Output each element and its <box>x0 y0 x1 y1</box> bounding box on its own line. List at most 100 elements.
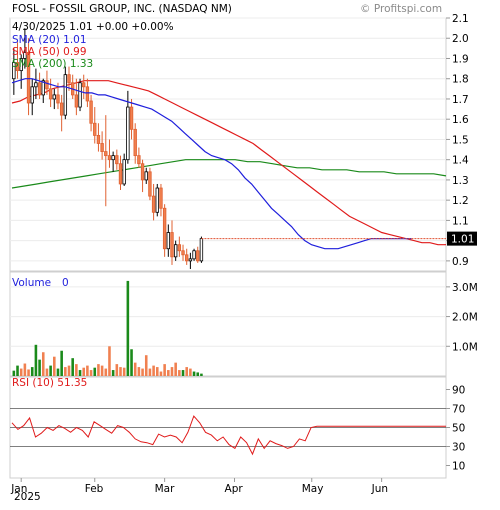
sma20-line <box>11 78 412 250</box>
candle-body <box>159 187 163 209</box>
price-tick-label: 1.2 <box>452 195 469 207</box>
rsi-line-group <box>11 415 446 456</box>
volume-bar <box>56 368 60 376</box>
volume-bar <box>34 344 38 376</box>
price-tick-label: 1.8 <box>452 74 469 86</box>
volume-bar <box>67 365 71 376</box>
volume-bar <box>104 368 108 376</box>
candle-body <box>122 159 126 185</box>
volume-bar <box>86 365 89 376</box>
volume-bar <box>49 365 52 376</box>
volume-bar <box>64 367 67 376</box>
candle-body <box>82 82 86 88</box>
candle-body <box>48 88 53 100</box>
x-axis-labels: Jan Feb Mar Apr May Jun <box>10 478 388 495</box>
volume-bar <box>200 373 203 376</box>
volume-bar <box>178 370 181 376</box>
candle-body <box>129 106 134 130</box>
candle-body <box>56 94 60 104</box>
price-tick-label: 1.3 <box>452 175 469 187</box>
candle-body <box>177 244 182 252</box>
candle-body <box>137 155 141 165</box>
volume-bar <box>60 350 63 376</box>
candle-body <box>151 195 156 213</box>
candle-body <box>162 207 167 250</box>
rsi-tick-label: 10 <box>452 461 465 473</box>
volume-bar <box>19 368 23 376</box>
candle-body <box>52 94 56 100</box>
last-price-label: 1.01 <box>451 234 474 246</box>
rsi-tick-label: 30 <box>452 442 465 454</box>
sma20-line-group <box>11 78 412 250</box>
candle-body <box>155 187 159 213</box>
price-tick-label: 2.0 <box>452 33 469 45</box>
candle-body <box>115 155 119 165</box>
candle-body <box>89 100 93 124</box>
price-y-axis: 0.91.01.11.21.31.41.51.61.71.81.92.02.1 <box>452 13 469 268</box>
candle-body <box>107 155 112 161</box>
candle-body <box>173 244 178 258</box>
volume-bars-group <box>12 280 203 376</box>
volume-bar <box>174 362 177 376</box>
volume-bar <box>159 371 163 376</box>
candle-body <box>140 163 145 181</box>
volume-bar <box>167 370 170 376</box>
rsi-tick-label: 90 <box>452 385 465 397</box>
x-tick-label: Jun <box>371 483 388 495</box>
volume-value: 0 <box>62 277 69 289</box>
rsi-line <box>11 415 446 456</box>
sma200-line <box>11 159 447 189</box>
volume-bar <box>97 364 100 376</box>
candle-body <box>181 250 185 256</box>
rsi-tick-label: 70 <box>452 404 465 416</box>
volume-panel-frame <box>9 271 447 377</box>
candle-body <box>148 171 152 197</box>
candle-body <box>144 171 148 181</box>
candle-body <box>30 86 34 104</box>
volume-bar <box>30 367 34 376</box>
volume-tick-label: 3.0M <box>452 282 478 294</box>
volume-bar <box>148 368 152 376</box>
x-year-label: 2025 <box>14 491 41 503</box>
price-tick-label: 1.6 <box>452 114 469 126</box>
volume-bar <box>89 370 93 376</box>
volume-bar <box>108 346 111 376</box>
volume-bar <box>152 365 155 376</box>
candle-body <box>192 250 196 260</box>
volume-bar <box>53 356 56 376</box>
volume-bar <box>41 352 45 376</box>
volume-bar <box>126 280 130 376</box>
price-tick-label: 1.4 <box>452 155 469 167</box>
candle-body <box>118 163 123 185</box>
candle-body <box>93 122 97 136</box>
candle-body <box>85 86 90 102</box>
volume-bar <box>12 370 16 376</box>
candle-body <box>196 250 200 262</box>
info-line: 4/30/2025 1.01 +0.00 +0.00% <box>12 21 174 33</box>
price-tick-label: 1.5 <box>452 134 469 146</box>
candle-body <box>37 82 42 96</box>
price-tick-label: 0.9 <box>452 256 469 268</box>
volume-bar <box>163 364 166 376</box>
chart-title: FOSL - FOSSIL GROUP, INC. (NASDAQ NM) <box>12 3 232 15</box>
volume-bar <box>71 358 74 376</box>
volume-bar <box>196 372 200 376</box>
candle-body <box>96 134 101 144</box>
rsi-tick-label: 50 <box>452 423 465 435</box>
volume-bar <box>111 370 115 376</box>
candle-body <box>78 82 82 108</box>
volume-tick-label: 1.0M <box>452 341 478 353</box>
volume-bar <box>38 359 41 376</box>
volume-bar <box>82 367 86 376</box>
volume-bar <box>181 370 185 376</box>
volume-bar <box>75 364 78 376</box>
volume-bar <box>23 363 27 376</box>
candle-body <box>100 143 104 152</box>
volume-bar <box>170 367 174 376</box>
rsi-label: RSI (10) 51.35 <box>12 377 87 389</box>
candle-body <box>104 151 108 157</box>
candle-body <box>133 128 137 157</box>
volume-bar <box>144 355 148 376</box>
candle-body <box>126 106 130 161</box>
candle-body <box>185 254 189 262</box>
